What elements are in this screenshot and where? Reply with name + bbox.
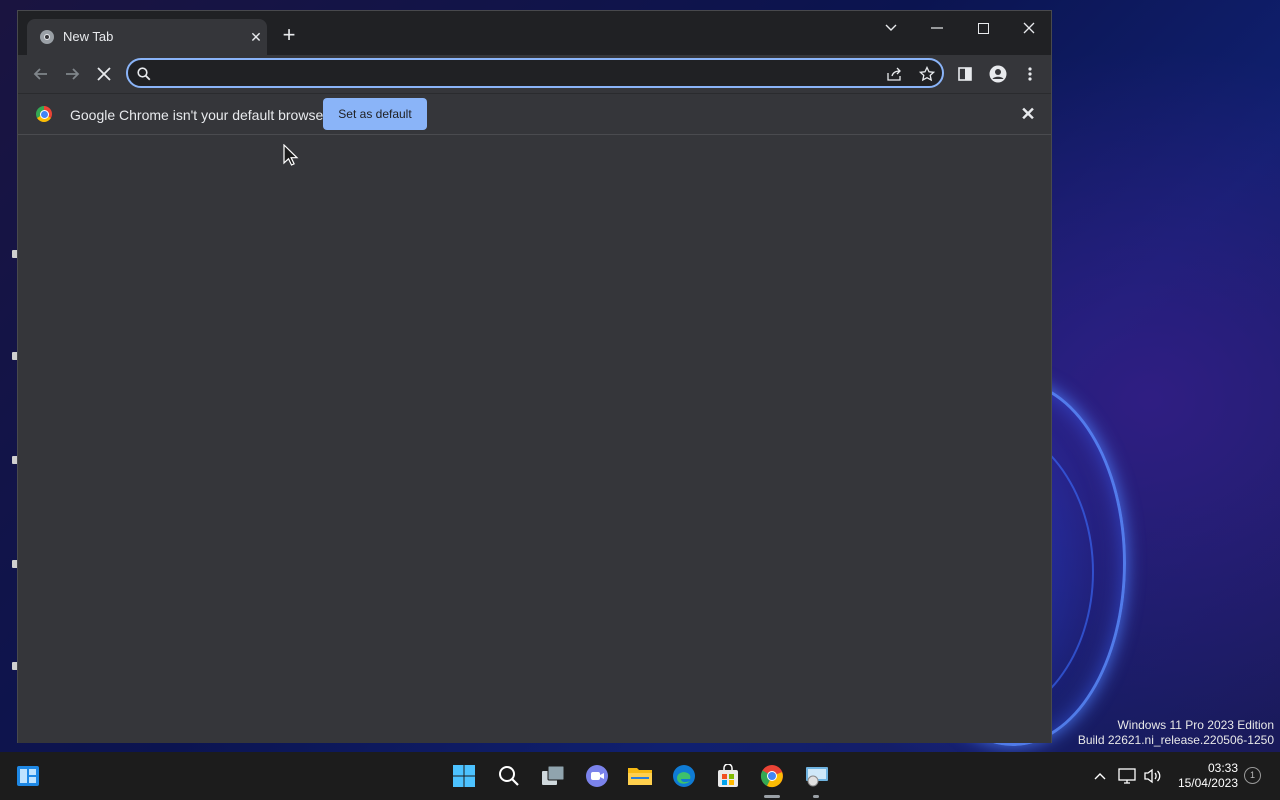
search-icon (135, 65, 153, 83)
forward-button[interactable] (59, 61, 85, 87)
maximize-icon (977, 22, 989, 34)
close-icon (1023, 22, 1035, 34)
close-button[interactable] (1009, 15, 1049, 41)
windows-start-icon[interactable] (451, 763, 477, 789)
system-clock[interactable]: 03:33 15/04/2023 (1176, 761, 1238, 791)
side-panel-button[interactable] (952, 61, 978, 87)
profile-icon (989, 65, 1007, 83)
chrome-window: New Tab ✕ + Google Chrome isn't your def… (17, 10, 1052, 743)
network-drive-icon[interactable] (804, 763, 830, 789)
back-button[interactable] (28, 61, 54, 87)
volume-icon[interactable] (1143, 767, 1161, 785)
infobar-close-icon[interactable]: ✕ (1018, 104, 1038, 124)
minimize-button[interactable] (917, 15, 957, 41)
clock-date: 15/04/2023 (1177, 776, 1238, 790)
watermark-build: Build 22621.ni_release.220506-1250 (1077, 733, 1274, 747)
stop-loading-button[interactable] (91, 61, 117, 87)
menu-button[interactable] (1017, 61, 1043, 87)
more-vert-icon (1028, 67, 1032, 81)
arrow-left-icon (33, 68, 47, 80)
profile-button[interactable] (985, 61, 1011, 87)
set-as-default-button[interactable]: Set as default (323, 98, 427, 130)
watermark-edition: Windows 11 Pro 2023 Edition (1117, 718, 1274, 732)
file-explorer-icon[interactable] (627, 763, 653, 789)
page-content[interactable] (18, 135, 1051, 743)
stop-icon (97, 67, 111, 81)
side-panel-icon (958, 67, 972, 81)
toolbar (18, 55, 1051, 93)
chrome-active-indicator (764, 795, 780, 798)
tab-new-tab[interactable]: New Tab ✕ (27, 19, 267, 55)
tab-close-icon[interactable]: ✕ (247, 28, 265, 46)
maximize-button[interactable] (963, 15, 1003, 41)
network-drive-indicator (813, 795, 819, 798)
clock-time: 03:33 (1207, 761, 1238, 775)
widgets-icon[interactable] (15, 763, 41, 789)
chrome-logo-icon (36, 106, 52, 122)
notification-badge[interactable]: 1 (1244, 767, 1261, 784)
task-view-icon[interactable] (540, 763, 566, 789)
windows-watermark: Windows 11 Pro 2023 Edition Build 22621.… (1078, 718, 1274, 748)
address-bar[interactable] (126, 58, 944, 88)
tab-title: New Tab (63, 29, 114, 44)
search-icon[interactable] (496, 763, 522, 789)
network-icon[interactable] (1118, 767, 1136, 785)
share-icon[interactable] (886, 65, 904, 83)
default-browser-infobar: Google Chrome isn't your default browser… (18, 93, 1051, 135)
taskbar: 03:33 15/04/2023 1 (0, 752, 1280, 800)
chat-icon[interactable] (584, 763, 610, 789)
tray-overflow-chevron-icon[interactable] (1091, 767, 1109, 785)
bookmark-star-icon[interactable] (918, 65, 936, 83)
address-input[interactable] (158, 64, 882, 84)
new-tab-button[interactable]: + (278, 24, 300, 47)
chrome-favicon-icon (40, 30, 54, 44)
title-bar[interactable]: New Tab ✕ + (18, 11, 1051, 55)
mouse-cursor-icon (283, 143, 299, 171)
chevron-down-icon (885, 24, 897, 31)
store-icon[interactable] (715, 763, 741, 789)
edge-icon[interactable] (671, 763, 697, 789)
arrow-right-icon (66, 68, 80, 80)
infobar-message: Google Chrome isn't your default browser (70, 107, 328, 123)
chrome-icon[interactable] (759, 763, 785, 789)
tab-search-button[interactable] (871, 15, 911, 41)
minimize-icon (931, 27, 943, 29)
